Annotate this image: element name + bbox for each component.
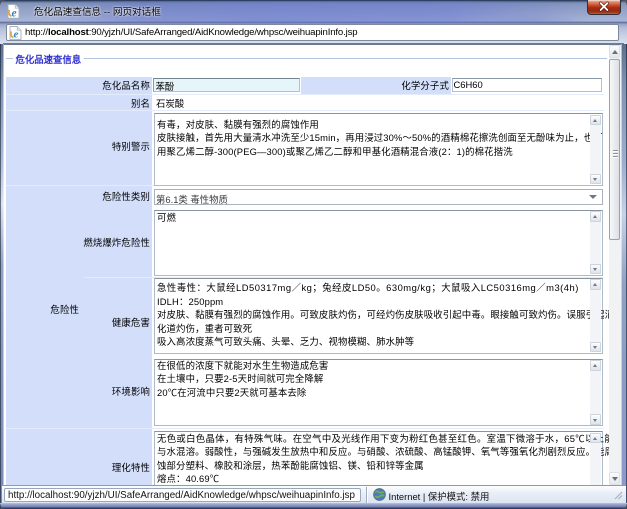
svg-text:e: e: [11, 7, 16, 19]
svg-text:e: e: [14, 29, 19, 40]
